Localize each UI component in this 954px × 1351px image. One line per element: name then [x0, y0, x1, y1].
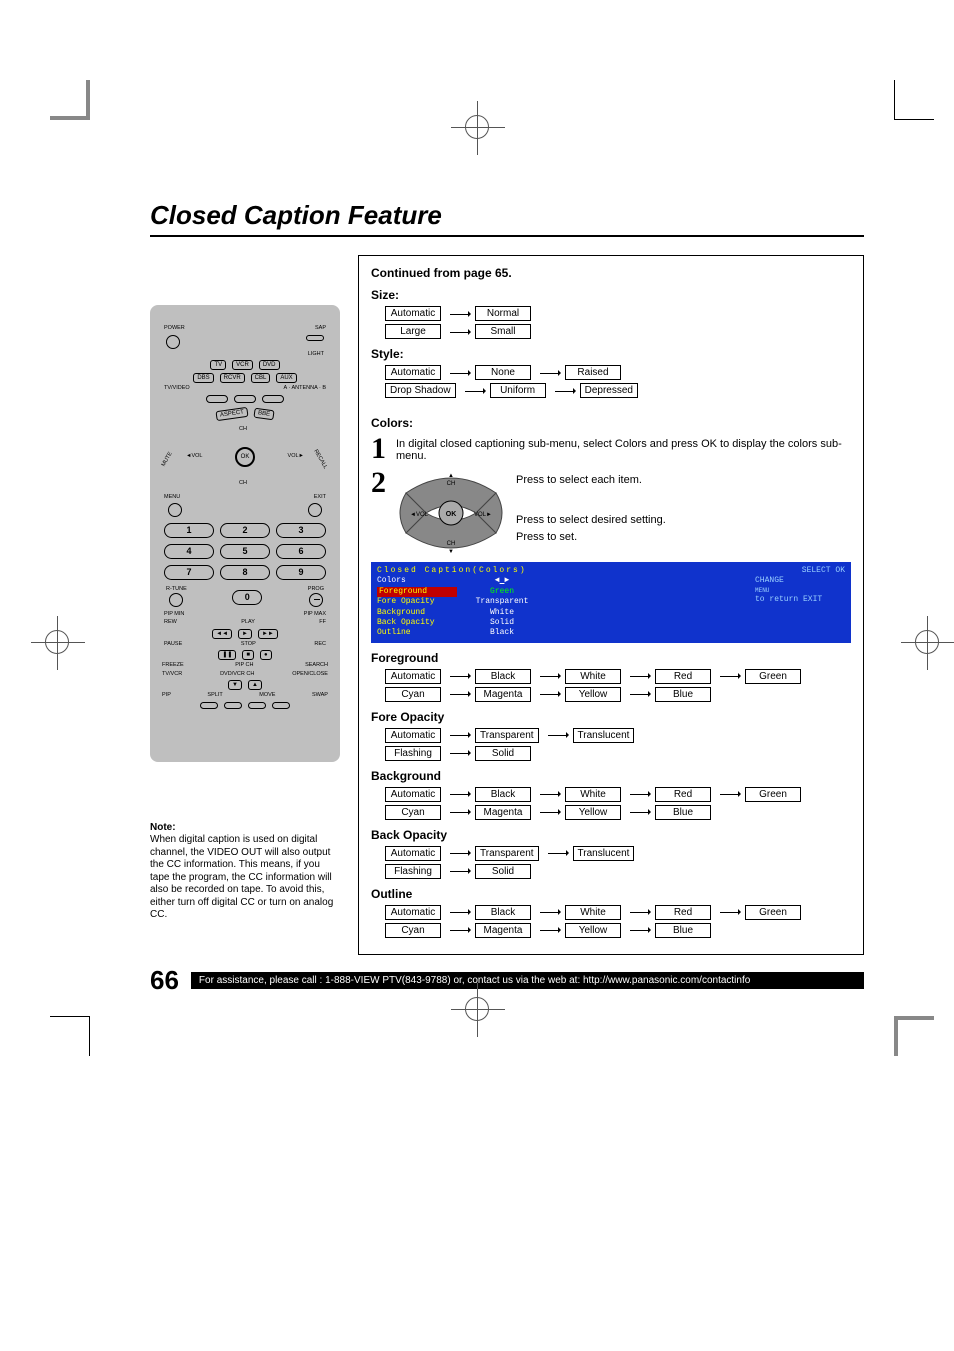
- color-option: Red: [655, 787, 711, 802]
- step-2-line: Press to select desired setting.: [516, 512, 666, 530]
- color-option: Blue: [655, 805, 711, 820]
- outline-heading: Outline: [371, 887, 851, 901]
- right-panel: Continued from page 65. Size: Automatic …: [358, 255, 864, 955]
- color-option: Green: [745, 669, 801, 684]
- nav-pad-icon: OK ▲ CH ▼ CH ◄VOL VOL►: [396, 468, 506, 558]
- opacity-option: Translucent: [573, 846, 635, 861]
- opacity-option: Translucent: [573, 728, 635, 743]
- style-option: Automatic: [385, 365, 441, 380]
- background-heading: Background: [371, 769, 851, 783]
- color-option: Green: [745, 905, 801, 920]
- opacity-option: Transparent: [475, 846, 539, 861]
- size-option: Small: [475, 324, 531, 339]
- color-option: Yellow: [565, 923, 621, 938]
- step-2-line: Press to select each item.: [516, 472, 666, 490]
- color-option: Yellow: [565, 805, 621, 820]
- size-option: Normal: [475, 306, 531, 321]
- step-1-text: In digital closed captioning sub-menu, s…: [396, 434, 851, 464]
- back-opacity-heading: Back Opacity: [371, 828, 851, 842]
- note-heading: Note:: [150, 822, 340, 835]
- color-option: Magenta: [475, 805, 531, 820]
- color-option: Red: [655, 669, 711, 684]
- color-option: Black: [475, 905, 531, 920]
- opacity-option: Automatic: [385, 846, 441, 861]
- style-option: None: [475, 365, 531, 380]
- color-option: Green: [745, 787, 801, 802]
- step-2-line: Press to set.: [516, 529, 666, 547]
- step-2-number: 2: [371, 468, 386, 498]
- color-option: Automatic: [385, 787, 441, 802]
- svg-text:▲: ▲: [448, 473, 454, 479]
- color-option: Magenta: [475, 923, 531, 938]
- note-block: Note: When digital caption is used on di…: [150, 822, 340, 922]
- color-option: Automatic: [385, 669, 441, 684]
- color-option: Cyan: [385, 805, 441, 820]
- color-option: Automatic: [385, 905, 441, 920]
- color-option: Cyan: [385, 687, 441, 702]
- size-option: Automatic: [385, 306, 441, 321]
- opacity-option: Flashing: [385, 864, 441, 879]
- svg-text:▼: ▼: [448, 549, 454, 555]
- color-option: Red: [655, 905, 711, 920]
- svg-text:VOL►: VOL►: [474, 512, 492, 518]
- osd-screenshot: Closed Caption(Colors) SELECT OK Colors◄…: [371, 562, 851, 643]
- opacity-option: Automatic: [385, 728, 441, 743]
- page-title: Closed Caption Feature: [150, 200, 864, 237]
- style-option: Drop Shadow: [385, 383, 456, 398]
- colors-heading: Colors:: [371, 416, 851, 430]
- svg-text:◄VOL: ◄VOL: [410, 512, 429, 518]
- color-option: Blue: [655, 923, 711, 938]
- color-option: Yellow: [565, 687, 621, 702]
- footer-bar: For assistance, please call : 1-888-VIEW…: [191, 972, 864, 989]
- opacity-option: Transparent: [475, 728, 539, 743]
- svg-text:OK: OK: [446, 511, 457, 518]
- style-heading: Style:: [371, 347, 851, 361]
- svg-text:CH: CH: [447, 541, 456, 547]
- color-option: Cyan: [385, 923, 441, 938]
- style-option: Raised: [565, 365, 621, 380]
- continued-label: Continued from page 65.: [371, 266, 851, 280]
- color-option: White: [565, 669, 621, 684]
- color-option: White: [565, 905, 621, 920]
- style-option: Depressed: [580, 383, 638, 398]
- svg-text:CH: CH: [447, 481, 456, 487]
- style-option: Uniform: [490, 383, 546, 398]
- color-option: Black: [475, 787, 531, 802]
- color-option: Blue: [655, 687, 711, 702]
- opacity-option: Solid: [475, 746, 531, 761]
- remote-illustration: POWER SAP LIGHT TVVCRDVD DBSRCVRCBLAUX T…: [150, 305, 340, 762]
- color-option: Black: [475, 669, 531, 684]
- size-option: Large: [385, 324, 441, 339]
- opacity-option: Flashing: [385, 746, 441, 761]
- fore-opacity-heading: Fore Opacity: [371, 710, 851, 724]
- note-body: When digital caption is used on digital …: [150, 834, 333, 920]
- color-option: White: [565, 787, 621, 802]
- color-option: Magenta: [475, 687, 531, 702]
- opacity-option: Solid: [475, 864, 531, 879]
- size-heading: Size:: [371, 288, 851, 302]
- page-number: 66: [150, 965, 179, 996]
- step-1-number: 1: [371, 434, 386, 464]
- foreground-heading: Foreground: [371, 651, 851, 665]
